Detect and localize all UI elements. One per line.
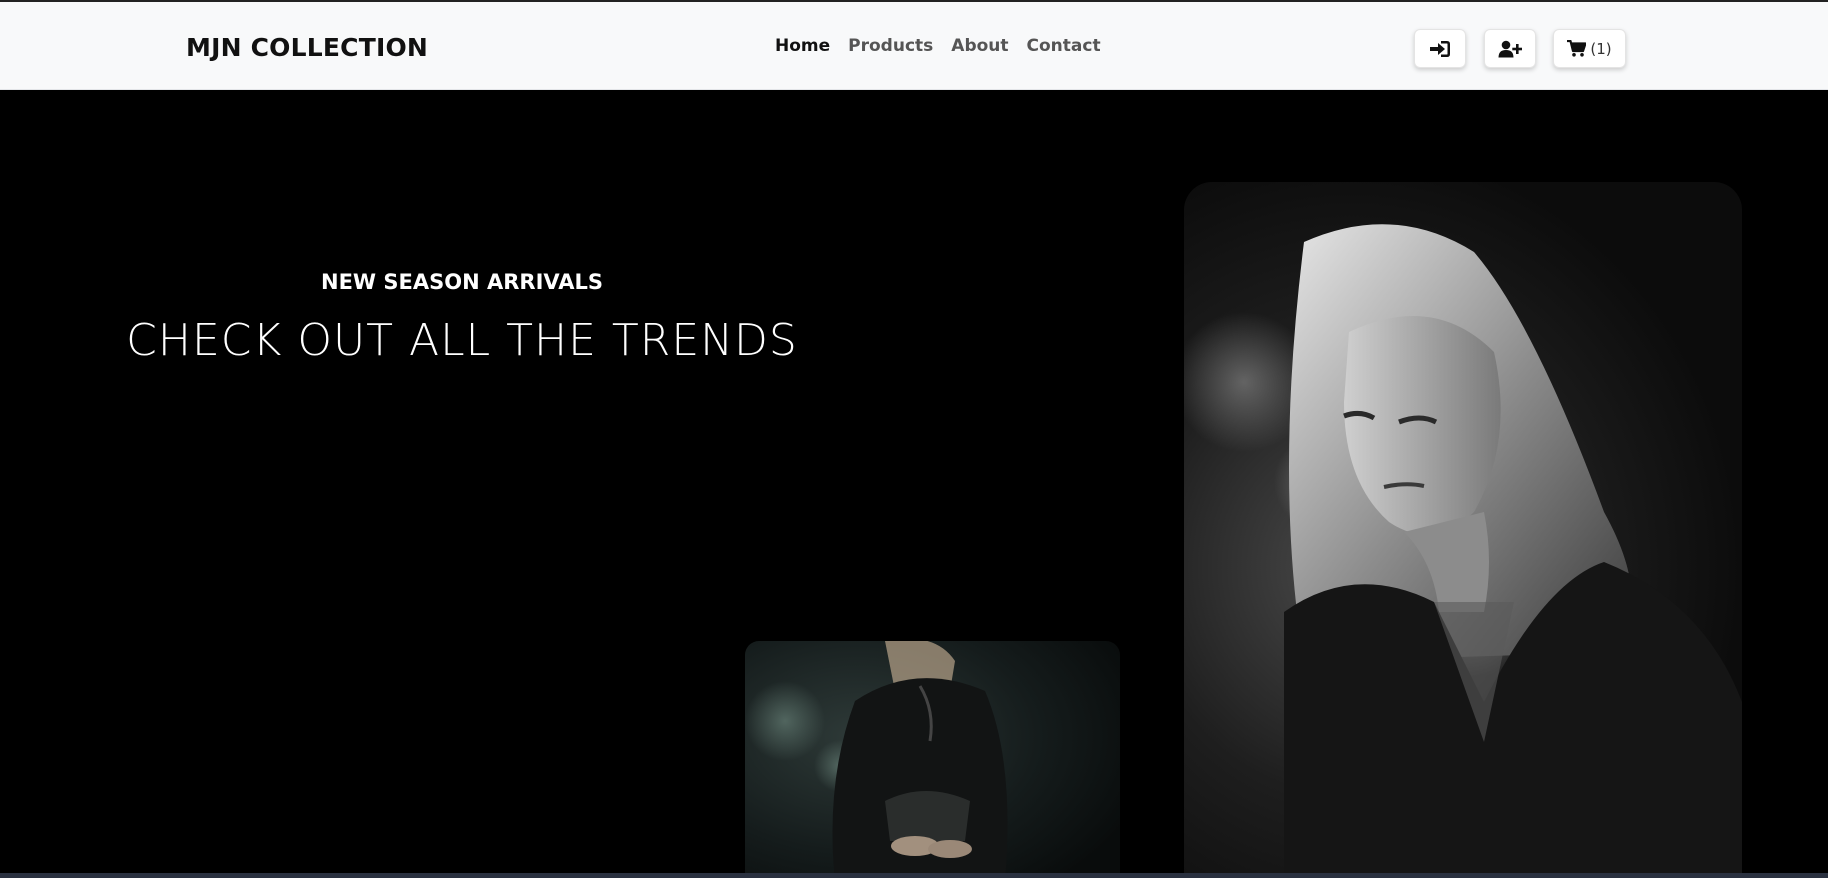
nav-link-home[interactable]: Home	[775, 36, 830, 56]
hero-title: CHECK OUT ALL THE TRENDS	[126, 315, 798, 366]
brand-logo[interactable]: MJN COLLECTION	[186, 33, 428, 62]
login-button[interactable]	[1414, 29, 1466, 68]
seated-model-photo	[745, 641, 1120, 873]
cart-button[interactable]: (1)	[1553, 29, 1626, 68]
nav-link-contact[interactable]: Contact	[1027, 36, 1101, 56]
hero-kicker: NEW SEASON ARRIVALS	[321, 270, 603, 294]
nav-link-about[interactable]: About	[951, 36, 1008, 56]
woman-portrait-photo	[1184, 182, 1742, 873]
nav-link-products[interactable]: Products	[848, 36, 933, 56]
user-plus-icon	[1498, 40, 1522, 58]
cart-count: (1)	[1590, 39, 1612, 58]
shopping-cart-icon	[1567, 40, 1587, 57]
taskbar-strip	[0, 873, 1828, 878]
sign-in-icon	[1429, 40, 1451, 58]
register-button[interactable]	[1484, 29, 1536, 68]
main-nav: Home Products About Contact	[775, 36, 1101, 56]
hero-section: NEW SEASON ARRIVALS CHECK OUT ALL THE TR…	[0, 90, 1828, 873]
navbar: MJN COLLECTION Home Products About Conta…	[0, 0, 1828, 90]
